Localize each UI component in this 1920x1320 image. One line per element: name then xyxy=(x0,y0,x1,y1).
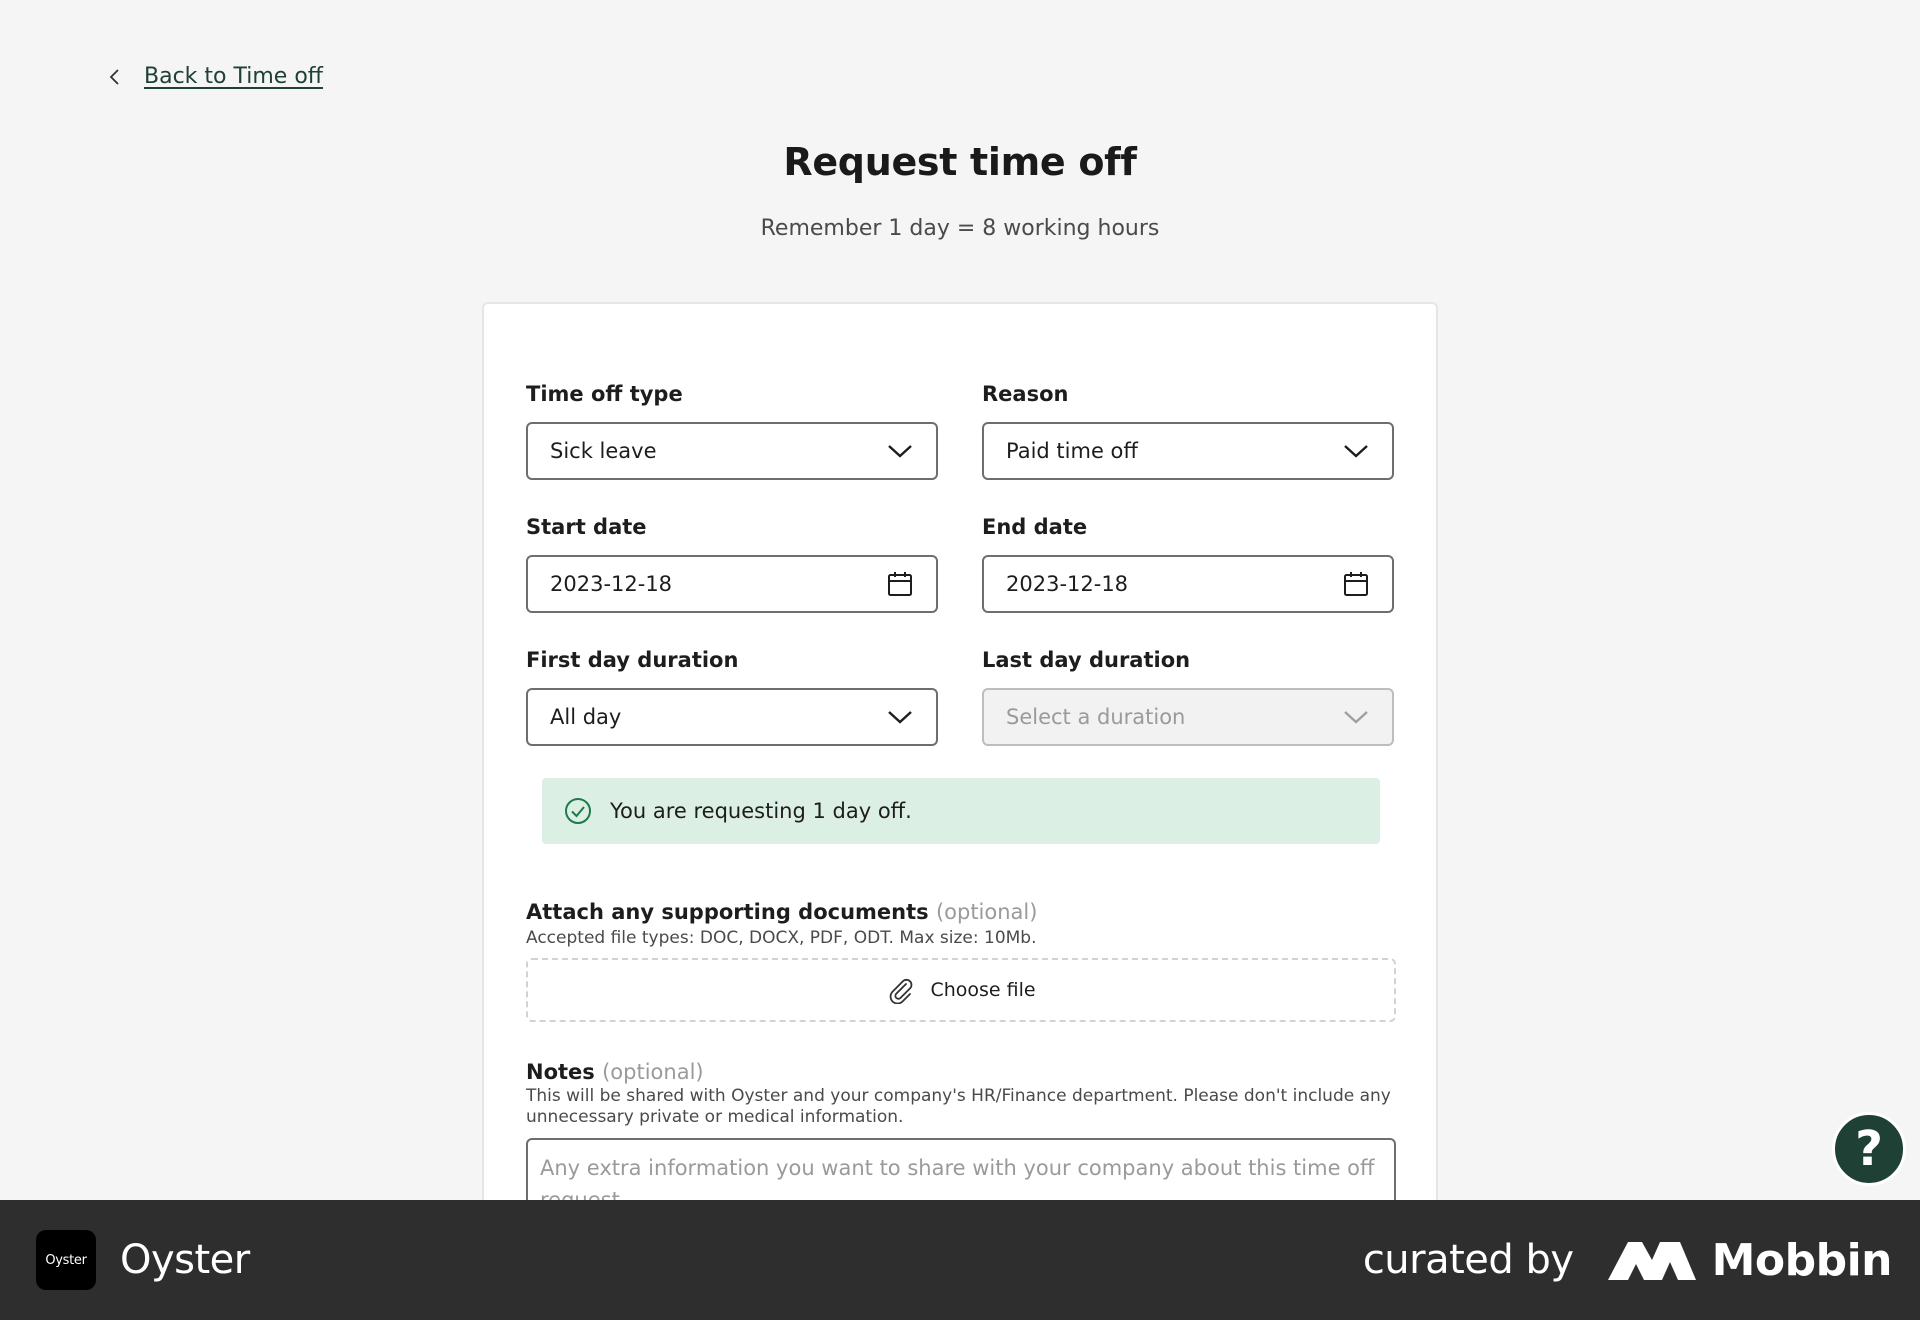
end-date-label: End date xyxy=(982,515,1088,539)
last-day-duration-select[interactable]: Select a duration xyxy=(982,688,1394,746)
notice-text: You are requesting 1 day off. xyxy=(610,799,912,823)
time-off-type-value: Sick leave xyxy=(550,439,657,463)
mobbin-logo-icon xyxy=(1607,1238,1696,1282)
attachments-label: Attach any supporting documents (optiona… xyxy=(526,900,1037,924)
attachments-label-text: Attach any supporting documents xyxy=(526,900,929,924)
reason-label: Reason xyxy=(982,382,1069,406)
back-to-time-off-link[interactable]: Back to Time off xyxy=(108,64,323,89)
app-name: Oyster xyxy=(120,1237,250,1283)
oyster-app-logo: Oyster xyxy=(36,1230,96,1290)
back-link-label[interactable]: Back to Time off xyxy=(144,64,323,89)
page-subtitle: Remember 1 day = 8 working hours xyxy=(760,216,1160,241)
time-off-type-label: Time off type xyxy=(526,382,683,406)
chevron-down-icon xyxy=(1342,437,1370,465)
request-form-card: Time off type Sick leave Reason Paid tim… xyxy=(482,302,1438,1200)
first-day-duration-value: All day xyxy=(550,705,622,729)
start-date-input[interactable]: 2023-12-18 xyxy=(526,555,938,613)
optional-tag: (optional) xyxy=(602,1060,704,1084)
start-date-value: 2023-12-18 xyxy=(550,572,673,596)
chevron-down-icon xyxy=(886,703,914,731)
start-date-label: Start date xyxy=(526,515,647,539)
attachments-help-text: Accepted file types: DOC, DOCX, PDF, ODT… xyxy=(526,928,1037,948)
optional-tag: (optional) xyxy=(935,900,1038,924)
help-button[interactable]: ? xyxy=(1832,1112,1906,1186)
first-day-duration-label: First day duration xyxy=(526,648,739,672)
choose-file-dropzone[interactable]: Choose file xyxy=(526,958,1396,1022)
first-day-duration-select[interactable]: All day xyxy=(526,688,938,746)
chevron-left-icon xyxy=(108,66,122,88)
page-title: Request time off xyxy=(783,140,1137,184)
reason-select[interactable]: Paid time off xyxy=(982,422,1394,480)
end-date-value: 2023-12-18 xyxy=(1006,572,1129,596)
request-summary-notice: You are requesting 1 day off. xyxy=(542,778,1380,844)
curated-by: curated by Mobbin xyxy=(1362,1234,1893,1286)
notes-label: Notes (optional) xyxy=(526,1060,704,1084)
reason-value: Paid time off xyxy=(1006,439,1138,463)
time-off-type-select[interactable]: Sick leave xyxy=(526,422,938,480)
calendar-icon[interactable] xyxy=(1342,570,1370,598)
notes-textarea[interactable] xyxy=(526,1138,1396,1200)
calendar-icon[interactable] xyxy=(886,570,914,598)
curated-by-text: curated by xyxy=(1362,1237,1574,1283)
footer-bar: Oyster Oyster curated by Mobbin xyxy=(0,1200,1920,1320)
check-circle-icon xyxy=(564,797,592,825)
footer-app-brand: Oyster Oyster xyxy=(36,1230,250,1290)
page: Back to Time off Request time off Rememb… xyxy=(0,0,1920,1200)
last-day-duration-label: Last day duration xyxy=(982,648,1191,672)
mobbin-brand: Mobbin xyxy=(1607,1234,1893,1286)
mobbin-wordmark: Mobbin xyxy=(1711,1234,1893,1286)
notes-label-text: Notes xyxy=(526,1060,595,1084)
last-day-duration-placeholder: Select a duration xyxy=(1006,705,1186,729)
paperclip-icon xyxy=(886,976,914,1004)
end-date-input[interactable]: 2023-12-18 xyxy=(982,555,1394,613)
help-question-icon: ? xyxy=(1855,1121,1883,1177)
chevron-down-icon xyxy=(1342,703,1370,731)
notes-help-text: This will be shared with Oyster and your… xyxy=(526,1086,1391,1127)
choose-file-label[interactable]: Choose file xyxy=(930,979,1035,1001)
chevron-down-icon xyxy=(886,437,914,465)
